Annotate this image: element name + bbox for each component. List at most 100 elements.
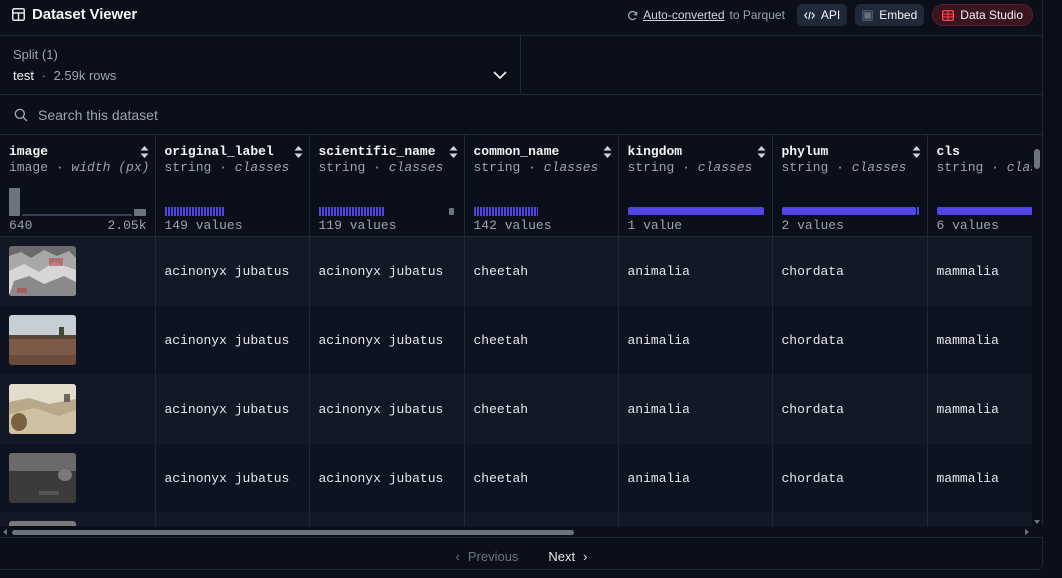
column-subtype: classes [234,160,290,175]
sort-icon[interactable] [603,145,612,159]
table-icon [942,9,955,21]
column-name: kingdom [627,144,683,159]
column-header-phylum[interactable]: phylum string · classes 2 values [772,135,928,237]
cell-original-label[interactable]: acinonyx jubatus [155,305,310,375]
image-thumbnail[interactable] [9,453,76,503]
cell-cls[interactable]: mammalia [927,443,1032,513]
column-header-original-label[interactable]: original_label string · classes 149 valu… [155,135,310,237]
sort-icon[interactable] [449,145,458,159]
next-button[interactable]: Next › [548,549,587,564]
embed-button[interactable]: Embed [855,4,925,26]
image-thumbnail[interactable] [9,315,76,365]
horizontal-scrollbar-thumb[interactable] [12,530,574,535]
cell-phylum[interactable]: chordata [772,305,928,375]
class-distribution-bar [473,207,538,216]
cell-kingdom[interactable]: animalia [618,443,773,513]
column-header-scientific-name[interactable]: scientific_name string · classes 119 val… [309,135,465,237]
table-row[interactable]: acinonyx jubatus acinonyx jubatus cheeta… [0,305,1032,375]
table-row[interactable] [0,512,1032,526]
table-row[interactable]: acinonyx jubatus acinonyx jubatus cheeta… [0,236,1032,306]
cell-phylum[interactable]: chordata [772,374,928,444]
cell-image[interactable] [0,305,156,375]
cell-kingdom[interactable] [618,512,773,526]
cell-cls[interactable]: mammalia [927,374,1032,444]
cell-image[interactable] [0,512,156,526]
cell-scientific-name[interactable]: acinonyx jubatus [309,374,465,444]
page-title: Dataset Viewer [32,6,138,23]
column-header-common-name[interactable]: common_name string · classes 142 values [464,135,619,237]
cell-original-label[interactable]: acinonyx jubatus [155,236,310,306]
table-row[interactable]: acinonyx jubatus acinonyx jubatus cheeta… [0,443,1032,513]
split-label: Split (1) [13,47,58,62]
cell-common-name[interactable]: cheetah [464,374,619,444]
cell-scientific-name[interactable]: acinonyx jubatus [309,443,465,513]
cell-kingdom[interactable]: animalia [618,236,773,306]
column-name: common_name [473,144,560,159]
cell-original-label[interactable] [155,512,310,526]
horizontal-scrollbar[interactable] [0,526,1043,538]
previous-button[interactable]: ‹ Previous [456,549,519,564]
cell-cls[interactable] [927,512,1032,526]
cell-phylum[interactable]: chordata [772,236,928,306]
cell-common-name[interactable]: cheetah [464,443,619,513]
image-thumbnail[interactable] [9,246,76,296]
scroll-right-arrow-icon[interactable] [1023,527,1031,537]
column-type-main: string [318,160,366,175]
cell-common-name[interactable] [464,512,619,526]
cell-original-label[interactable]: acinonyx jubatus [155,443,310,513]
scroll-left-arrow-icon[interactable] [1,527,9,537]
data-table-container[interactable]: image image · width (px) 640 2.05k origi… [0,135,1032,526]
column-type-main: image [9,160,49,175]
next-label: Next [548,548,576,564]
table-row[interactable]: acinonyx jubatus acinonyx jubatus cheeta… [0,374,1032,444]
vertical-scrollbar-thumb[interactable] [1034,149,1040,169]
class-distribution-bar [318,207,454,216]
column-name: original_label [164,144,274,159]
split-separator: · [41,68,46,83]
column-title: scientific_name string · classes [319,144,444,175]
cell-image[interactable] [0,236,156,306]
cell-image[interactable] [0,374,156,444]
column-header-kingdom[interactable]: kingdom string · classes 1 value [618,135,773,237]
column-subtype: width (px) [71,160,150,175]
embed-icon [862,9,874,21]
cell-cls[interactable]: mammalia [927,305,1032,375]
cell-common-name[interactable]: cheetah [464,236,619,306]
cell-scientific-name[interactable]: acinonyx jubatus [309,305,465,375]
cell-scientific-name[interactable]: acinonyx jubatus [309,236,465,306]
cell-kingdom[interactable]: animalia [618,374,773,444]
api-button[interactable]: API [796,4,848,26]
search-input[interactable] [38,104,438,126]
column-header-cls[interactable]: cls string · classes 6 values [927,135,1032,237]
column-stat: 6 values [936,218,999,233]
column-type-sep: · [211,160,235,175]
cell-phylum[interactable]: chordata [772,443,928,513]
cell-image[interactable] [0,443,156,513]
sort-icon[interactable] [294,145,303,159]
sort-icon[interactable] [140,145,149,159]
cell-cls[interactable]: mammalia [927,236,1032,306]
sort-icon[interactable] [912,145,921,159]
split-rows: 2.59k rows [53,68,117,83]
auto-converted-link[interactable]: Auto-converted [643,8,724,22]
sort-icon[interactable] [757,145,766,159]
column-stat: 119 values [318,218,397,233]
split-selector[interactable]: Split (1) test · 2.59k rows [0,36,521,95]
cell-phylum[interactable] [772,512,928,526]
column-stat: 2 values [781,218,844,233]
cell-scientific-name[interactable] [309,512,465,526]
column-title: original_label string · classes [164,144,290,175]
scroll-down-arrow-icon[interactable] [1032,518,1042,526]
chevron-down-icon[interactable] [492,69,508,81]
auto-converted-suffix: to Parquet [729,8,785,22]
image-thumbnail[interactable] [9,384,76,434]
column-header-image[interactable]: image image · width (px) 640 2.05k [0,135,156,237]
column-type: string · classes [782,160,907,175]
cell-kingdom[interactable]: animalia [618,305,773,375]
cell-original-label[interactable]: acinonyx jubatus [155,374,310,444]
data-studio-button[interactable]: Data Studio [932,4,1033,26]
vertical-scrollbar[interactable] [1032,135,1042,526]
column-type-sep: · [48,160,72,175]
cell-common-name[interactable]: cheetah [464,305,619,375]
column-type: string · classes [319,160,444,175]
